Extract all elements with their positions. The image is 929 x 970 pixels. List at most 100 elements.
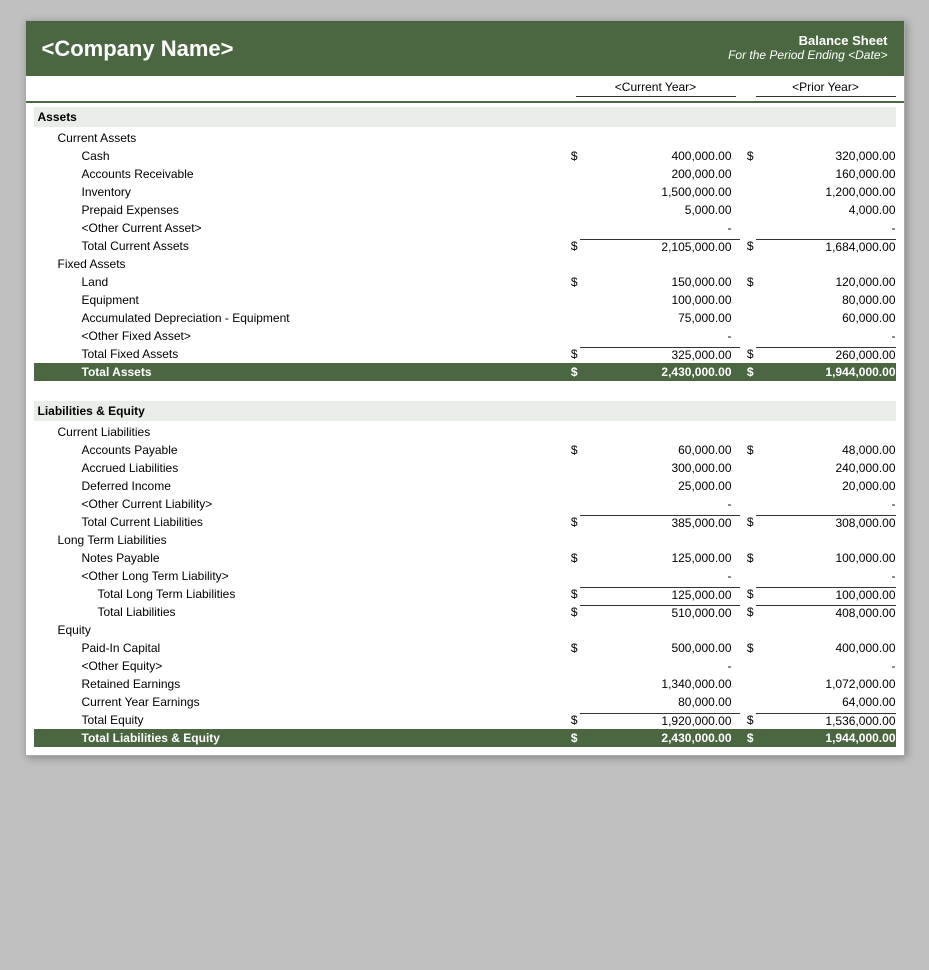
current-year-earnings-cy: 80,000.00: [580, 695, 740, 709]
total-lt-label: Total Long Term Liabilities: [98, 587, 564, 601]
other-cl-label: <Other Current Liability>: [82, 497, 564, 511]
prepaid-cy: 5,000.00: [580, 203, 740, 217]
land-cy: 150,000.00: [580, 275, 740, 289]
other-lt-cy: -: [580, 569, 740, 583]
total-lt-cy: 125,000.00: [580, 587, 740, 602]
total-ca-py: 1,684,000.00: [756, 239, 896, 254]
other-fa-cy: -: [580, 329, 740, 343]
current-year-earnings-label: Current Year Earnings: [82, 695, 564, 709]
ap-cy: 60,000.00: [580, 443, 740, 457]
total-lt-py: 100,000.00: [756, 587, 896, 602]
total-fa-cy: 325,000.00: [580, 347, 740, 362]
accrued-liabilities-label: Accrued Liabilities: [82, 461, 564, 475]
liabilities-equity-section-header: Liabilities & Equity: [34, 401, 896, 421]
header-right: Balance Sheet For the Period Ending <Dat…: [728, 33, 887, 62]
sheet-period: For the Period Ending <Date>: [728, 48, 887, 62]
long-term-liabilities-header-row: Long Term Liabilities: [34, 531, 896, 549]
other-lt-py: -: [756, 569, 896, 583]
table-body: Assets Current Assets Cash $ 400,000.00 …: [26, 107, 904, 755]
ap-py: 48,000.00: [756, 443, 896, 457]
total-le-cy: 2,430,000.00: [580, 731, 740, 745]
table-row: Accrued Liabilities 300,000.00 240,000.0…: [34, 459, 896, 477]
table-row: Land $ 150,000.00 $ 120,000.00: [34, 273, 896, 291]
ap-label: Accounts Payable: [82, 443, 564, 457]
total-liabilities-py: 408,000.00: [756, 605, 896, 620]
table-row: Prepaid Expenses 5,000.00 4,000.00: [34, 201, 896, 219]
total-equity-cy: 1,920,000.00: [580, 713, 740, 728]
table-row: <Other Fixed Asset> - -: [34, 327, 896, 345]
table-row: <Other Current Liability> - -: [34, 495, 896, 513]
column-headers: <Current Year> <Prior Year>: [26, 76, 904, 103]
table-row: Current Year Earnings 80,000.00 64,000.0…: [34, 693, 896, 711]
notes-payable-label: Notes Payable: [82, 551, 564, 565]
other-current-asset-label: <Other Current Asset>: [82, 221, 564, 235]
cash-py: 320,000.00: [756, 149, 896, 163]
equipment-cy: 100,000.00: [580, 293, 740, 307]
table-row: <Other Current Asset> - -: [34, 219, 896, 237]
paid-in-capital-label: Paid-In Capital: [82, 641, 564, 655]
sheet-title: Balance Sheet: [728, 33, 887, 48]
current-liabilities-header-row: Current Liabilities: [34, 423, 896, 441]
other-lt-label: <Other Long Term Liability>: [82, 569, 564, 583]
total-fixed-assets-row: Total Fixed Assets $ 325,000.00 $ 260,00…: [34, 345, 896, 363]
ar-label: Accounts Receivable: [82, 167, 564, 181]
fixed-assets-header-row: Fixed Assets: [34, 255, 896, 273]
header: <Company Name> Balance Sheet For the Per…: [26, 21, 904, 76]
deferred-income-label: Deferred Income: [82, 479, 564, 493]
paid-in-cy: 500,000.00: [580, 641, 740, 655]
fixed-assets-label: Fixed Assets: [58, 257, 564, 271]
table-row: Retained Earnings 1,340,000.00 1,072,000…: [34, 675, 896, 693]
other-fa-py: -: [756, 329, 896, 343]
land-label: Land: [82, 275, 564, 289]
total-assets-row: Total Assets $ 2,430,000.00 $ 1,944,000.…: [34, 363, 896, 381]
total-fa-label: Total Fixed Assets: [82, 347, 564, 361]
table-row: Inventory 1,500,000.00 1,200,000.00: [34, 183, 896, 201]
other-ca-cy: -: [580, 221, 740, 235]
ar-py: 160,000.00: [756, 167, 896, 181]
table-row: Paid-In Capital $ 500,000.00 $ 400,000.0…: [34, 639, 896, 657]
total-equity-py: 1,536,000.00: [756, 713, 896, 728]
current-assets-header-row: Current Assets: [34, 129, 896, 147]
current-year-earnings-py: 64,000.00: [756, 695, 896, 709]
total-equity-label: Total Equity: [82, 713, 564, 727]
company-name: <Company Name>: [42, 36, 234, 62]
total-fa-py: 260,000.00: [756, 347, 896, 362]
table-row: Accounts Payable $ 60,000.00 $ 48,000.00: [34, 441, 896, 459]
cash-label: Cash: [82, 149, 564, 163]
equipment-py: 80,000.00: [756, 293, 896, 307]
current-liabilities-label: Current Liabilities: [58, 425, 564, 439]
table-row: Accounts Receivable 200,000.00 160,000.0…: [34, 165, 896, 183]
balance-sheet: <Company Name> Balance Sheet For the Per…: [25, 20, 905, 756]
total-current-assets-row: Total Current Assets $ 2,105,000.00 $ 1,…: [34, 237, 896, 255]
equity-label: Equity: [58, 623, 564, 637]
retained-earnings-label: Retained Earnings: [82, 677, 564, 691]
accum-dep-py: 60,000.00: [756, 311, 896, 325]
total-assets-label: Total Assets: [34, 365, 564, 379]
total-assets-py: 1,944,000.00: [756, 365, 896, 379]
assets-section-header: Assets: [34, 107, 896, 127]
total-ca-cy: 2,105,000.00: [580, 239, 740, 254]
retained-earnings-cy: 1,340,000.00: [580, 677, 740, 691]
current-year-header: <Current Year>: [576, 80, 736, 97]
inventory-py: 1,200,000.00: [756, 185, 896, 199]
accrued-py: 240,000.00: [756, 461, 896, 475]
cash-dollar: $: [564, 149, 580, 163]
table-row: Cash $ 400,000.00 $ 320,000.00: [34, 147, 896, 165]
current-assets-label: Current Assets: [58, 131, 564, 145]
total-liabilities-row: Total Liabilities $ 510,000.00 $ 408,000…: [34, 603, 896, 621]
table-row: Notes Payable $ 125,000.00 $ 100,000.00: [34, 549, 896, 567]
land-py: 120,000.00: [756, 275, 896, 289]
other-equity-py: -: [756, 659, 896, 673]
table-row: <Other Long Term Liability> - -: [34, 567, 896, 585]
other-fixed-label: <Other Fixed Asset>: [82, 329, 564, 343]
deferred-cy: 25,000.00: [580, 479, 740, 493]
retained-earnings-py: 1,072,000.00: [756, 677, 896, 691]
notes-payable-py: 100,000.00: [756, 551, 896, 565]
equity-header-row: Equity: [34, 621, 896, 639]
other-equity-label: <Other Equity>: [82, 659, 564, 673]
accum-dep-label: Accumulated Depreciation - Equipment: [82, 311, 564, 325]
deferred-py: 20,000.00: [756, 479, 896, 493]
table-row: Equipment 100,000.00 80,000.00: [34, 291, 896, 309]
total-equity-row: Total Equity $ 1,920,000.00 $ 1,536,000.…: [34, 711, 896, 729]
lt-liabilities-label: Long Term Liabilities: [58, 533, 564, 547]
